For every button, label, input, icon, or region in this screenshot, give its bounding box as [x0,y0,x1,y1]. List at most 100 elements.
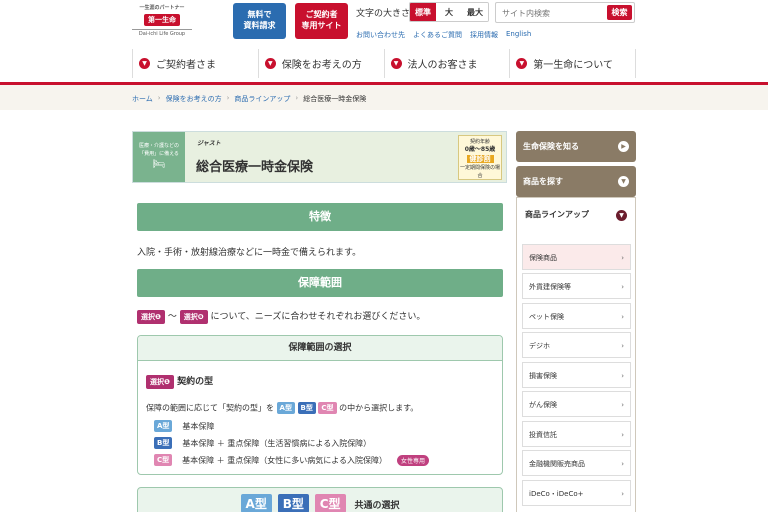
side-item-label: 損害保険 [529,372,557,380]
breadcrumb-bar [0,85,768,110]
site-logo[interactable]: 一生涯のパートナー 第一生命 Dai-ichi Life Group [132,4,192,42]
coverage-intro: 選択❶ ～ 選択❻ について、ニーズに合わせそれぞれお選びください。 [137,309,425,324]
select6-badge: 選択❻ [179,309,208,324]
gnav-label: 保険をお考えの方 [281,60,362,71]
find-product-button[interactable]: 商品を探す ▼ [516,166,636,197]
side-item-label: 金融機関販売商品 [529,460,585,468]
font-size-label: 文字の大きさ [356,9,411,19]
breadcrumb-prospects[interactable]: 保険をお考えの方 [166,94,222,104]
type-c-tag: C型 [314,494,346,512]
coverage-intro-text: について、ニーズに合わせそれぞれお選びください。 [210,312,426,322]
features-text: 入院・手術・放射線治療などに一時金で備えられます。 [137,248,362,258]
female-only-badge: 女性専用 [396,454,429,466]
sidebar-item-foreign-currency[interactable]: 外貨建保険等 › [522,273,631,299]
gnav-label: 法人のお客さま [407,60,478,71]
side-item-label: iDeCo・iDeCo+ [529,490,584,498]
chevron-down-icon: ▼ [139,58,150,69]
type-a-tag: A型 [240,494,272,512]
banner-category-text: 医療・介護などの 「費用」に備える [138,143,179,157]
lineup-heading[interactable]: 商品ラインアップ [525,209,589,220]
breadcrumb-current: 総合医療一時金保険 [303,95,367,103]
site-header: 一生涯のパートナー 第一生命 Dai-ichi Life Group 無料で 資… [0,0,768,85]
breadcrumb: ホーム › 保険をお考えの方 › 商品ラインアップ › 総合医療一時金保険 [132,94,366,104]
chevron-down-icon: ▼ [618,176,629,187]
sidebar-item-pet[interactable]: ペット保険 › [522,303,631,329]
chevron-down-icon: ▼ [616,210,627,221]
gnav-label: 第一生命について [533,60,613,71]
select1-badge: 選択❶ [137,309,165,324]
sidebar-item-cancer[interactable]: がん保険 › [522,391,631,417]
breadcrumb-lineup[interactable]: 商品ラインアップ [234,94,290,104]
type-a-tag: A型 [154,420,173,432]
font-size-standard-button[interactable]: 標準 [410,3,436,21]
font-size-large-button[interactable]: 大 [436,3,462,21]
age-label: 契約年齢 [469,139,490,145]
font-size-switcher: 標準 大 最大 [409,2,489,22]
select1-badge: 選択❶ [146,374,174,389]
chevron-right-icon: › [621,254,624,262]
logo-group: Dai-ichi Life Group [132,29,192,37]
sidebar-item-ideco[interactable]: iDeCo・iDeCo+ › [522,480,631,506]
font-size-largest-button[interactable]: 最大 [462,3,488,21]
plan-a-text: 基本保障 [182,421,215,431]
gnav-item-about[interactable]: ▼ 第一生命について [509,49,636,78]
chevron-right-icon: › [621,342,624,350]
side-label: 生命保険を知る [523,142,579,151]
chevron-right-icon: › [621,431,624,439]
sidebar-item-insurance[interactable]: 保険商品 › [522,244,631,270]
type-c-tag: C型 [318,402,337,414]
coverage-heading: 保障範囲 [137,269,503,297]
type-a-tag: A型 [276,402,295,414]
sidebar-item-investment-trust[interactable]: 投資信託 › [522,421,631,447]
document-request-button[interactable]: 無料で 資料請求 [233,3,286,39]
chevron-right-icon: ▶ [618,141,629,152]
gnav-item-corporate[interactable]: ▼ 法人のお客さま [383,49,510,78]
careers-link[interactable]: 採用情報 [470,30,498,40]
know-life-insurance-button[interactable]: 生命保険を知る ▶ [516,131,636,162]
chevron-right-icon: › [621,372,624,380]
checkup-discount-badge: 健診割 [466,155,494,163]
contact-link[interactable]: お問い合わせ先 [356,30,405,40]
common-choice-label: 共通の選択 [354,501,400,511]
features-heading: 特徴 [137,203,503,231]
chevron-right-icon: › [621,283,624,291]
breadcrumb-separator: › [157,94,161,102]
side-item-label: ペット保険 [529,313,564,321]
chevron-down-icon: ▼ [264,58,276,69]
breadcrumb-separator: › [295,94,299,102]
product-banner: 医療・介護などの 「費用」に備える 🛏 ジャスト 総合医療一時金保険 契約年齢 … [132,131,507,183]
breadcrumb-home[interactable]: ホーム [132,94,153,104]
utility-links: お問い合わせ先 よくあるご質問 採用情報 English [356,30,531,40]
plan-row-c: C型 基本保障 ＋ 重点保障（女性に多い病気による入院保障） 女性専用 [154,454,429,466]
side-label: 商品を探す [523,177,563,186]
sidebar-item-bank-products[interactable]: 金融機関販売商品 › [522,450,631,476]
age-range: 0歳～85歳 [464,146,496,153]
chevron-right-icon: › [621,313,624,321]
member-site-button[interactable]: ご契約者 専用サイト [295,3,348,39]
search-button[interactable]: 検索 [607,5,632,20]
sidebar-item-digiho[interactable]: デジホ › [522,332,631,358]
banner-subtitle: ジャスト [197,140,221,147]
type-c-tag: C型 [154,454,173,466]
site-search: 検索 [495,2,635,23]
type-b-tag: B型 [154,437,173,449]
chevron-down-icon: ▼ [516,58,528,69]
common-choice-header: A型 B型 C型 共通の選択 [137,487,503,512]
chevron-right-icon: › [621,490,624,498]
chevron-right-icon: › [621,460,624,468]
choice-box-heading: 保障範囲の選択 [138,336,502,361]
plan-b-text: 基本保障 ＋ 重点保障（生活習慣病による入院保障） [182,438,372,448]
breadcrumb-separator: › [226,94,230,102]
page-title: 総合医療一時金保険 [196,160,314,175]
english-link[interactable]: English [506,30,531,40]
side-item-label: 外貨建保険等 [529,283,571,291]
banner-category: 医療・介護などの 「費用」に備える 🛏 [133,132,185,182]
search-input[interactable] [502,6,602,20]
chevron-right-icon: › [621,401,624,409]
gnav-item-prospects[interactable]: ▼ 保険をお考えの方 [257,49,384,78]
faq-link[interactable]: よくあるご質問 [413,30,462,40]
coverage-choice-box: 保障範囲の選択 選択❶ 契約の型 保障の範囲に応じて「契約の型」を A型 B型 … [137,335,503,475]
gnav-item-policyholders[interactable]: ▼ ご契約者さま [132,49,258,78]
sidebar-item-non-life[interactable]: 損害保険 › [522,362,631,388]
side-item-label: デジホ [529,342,550,350]
